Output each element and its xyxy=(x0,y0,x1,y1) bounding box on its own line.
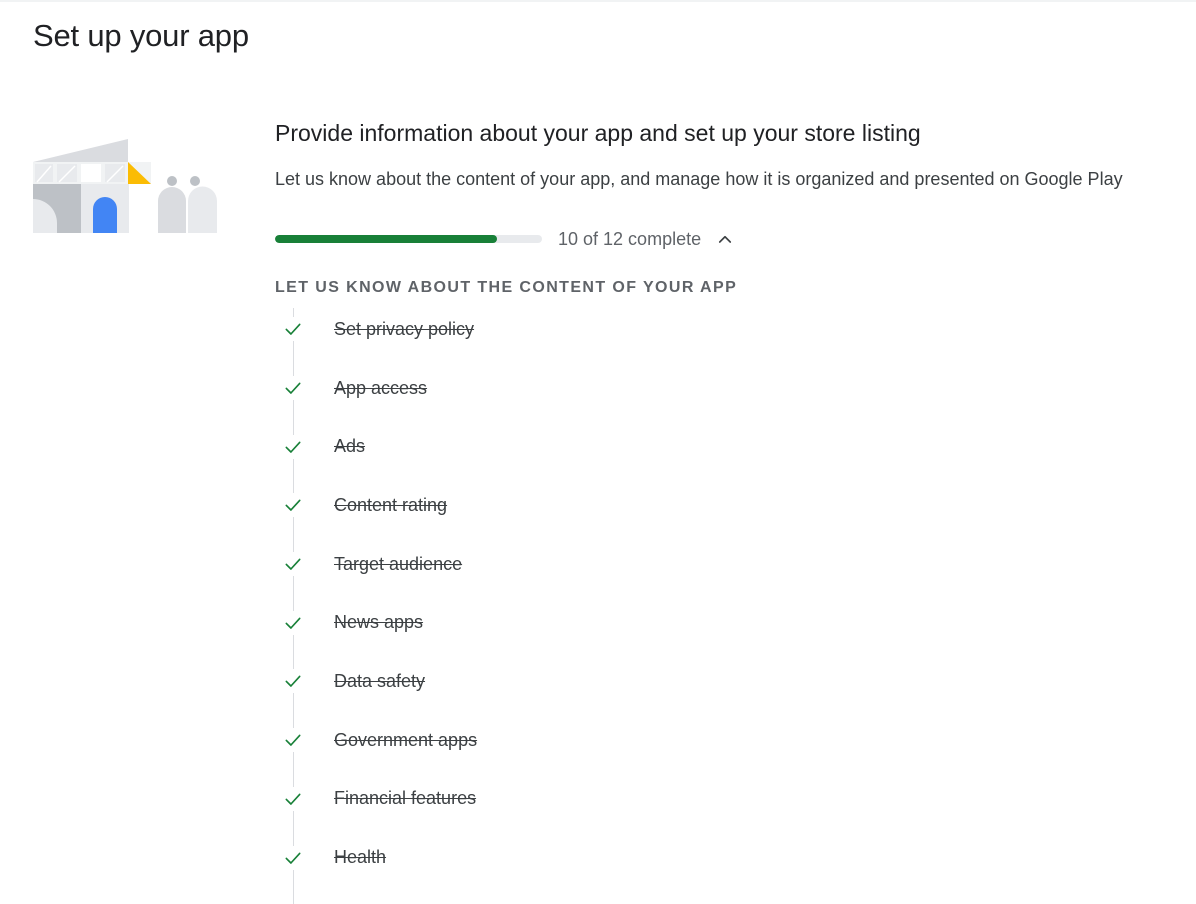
task-label: Target audience xyxy=(334,553,463,574)
task-item[interactable]: Government apps xyxy=(275,711,477,770)
task-item[interactable]: Ads xyxy=(275,417,477,476)
task-item[interactable]: Health xyxy=(275,828,477,887)
chevron-up-icon xyxy=(719,235,732,243)
progress-label: 10 of 12 complete xyxy=(558,228,702,249)
check-icon xyxy=(275,317,311,342)
progress-row: 10 of 12 complete xyxy=(275,225,737,253)
task-label: Content rating xyxy=(334,494,448,515)
task-label: Set privacy policy xyxy=(334,318,475,339)
task-item[interactable]: Financial features xyxy=(275,770,477,829)
check-icon xyxy=(275,552,311,577)
check-icon xyxy=(275,845,311,870)
task-label: Ads xyxy=(334,436,366,457)
task-item[interactable]: Content rating xyxy=(275,476,477,535)
app-setup-illustration xyxy=(33,139,217,233)
task-label: News apps xyxy=(334,612,424,633)
task-item[interactable]: App access xyxy=(275,359,477,418)
task-label: Government apps xyxy=(334,729,478,750)
check-icon xyxy=(275,786,311,811)
page-title: Set up your app xyxy=(33,18,249,53)
check-icon xyxy=(275,728,311,753)
section-description: Let us know about the content of your ap… xyxy=(275,169,1123,189)
task-label: Health xyxy=(334,847,387,868)
task-label: App access xyxy=(334,377,428,398)
task-group-heading: LET US KNOW ABOUT THE CONTENT OF YOUR AP… xyxy=(275,279,738,296)
check-icon xyxy=(275,669,311,694)
section-title: Provide information about your app and s… xyxy=(275,120,921,146)
collapse-button[interactable] xyxy=(713,227,737,251)
progress-bar xyxy=(275,235,542,243)
check-icon xyxy=(275,493,311,518)
task-list: Set privacy policy App access Ads Content r… xyxy=(275,300,477,904)
check-icon xyxy=(275,376,311,401)
task-item[interactable]: Set privacy policy xyxy=(275,300,477,359)
progress-bar-fill xyxy=(275,235,498,243)
task-item[interactable]: Target audience xyxy=(275,535,477,594)
check-icon xyxy=(275,434,311,459)
check-icon xyxy=(275,610,311,635)
task-item[interactable]: News apps xyxy=(275,593,477,652)
top-divider xyxy=(0,0,1196,2)
task-label: Financial features xyxy=(334,788,477,809)
task-label: Data safety xyxy=(334,670,426,691)
task-item[interactable]: Data safety xyxy=(275,652,477,711)
